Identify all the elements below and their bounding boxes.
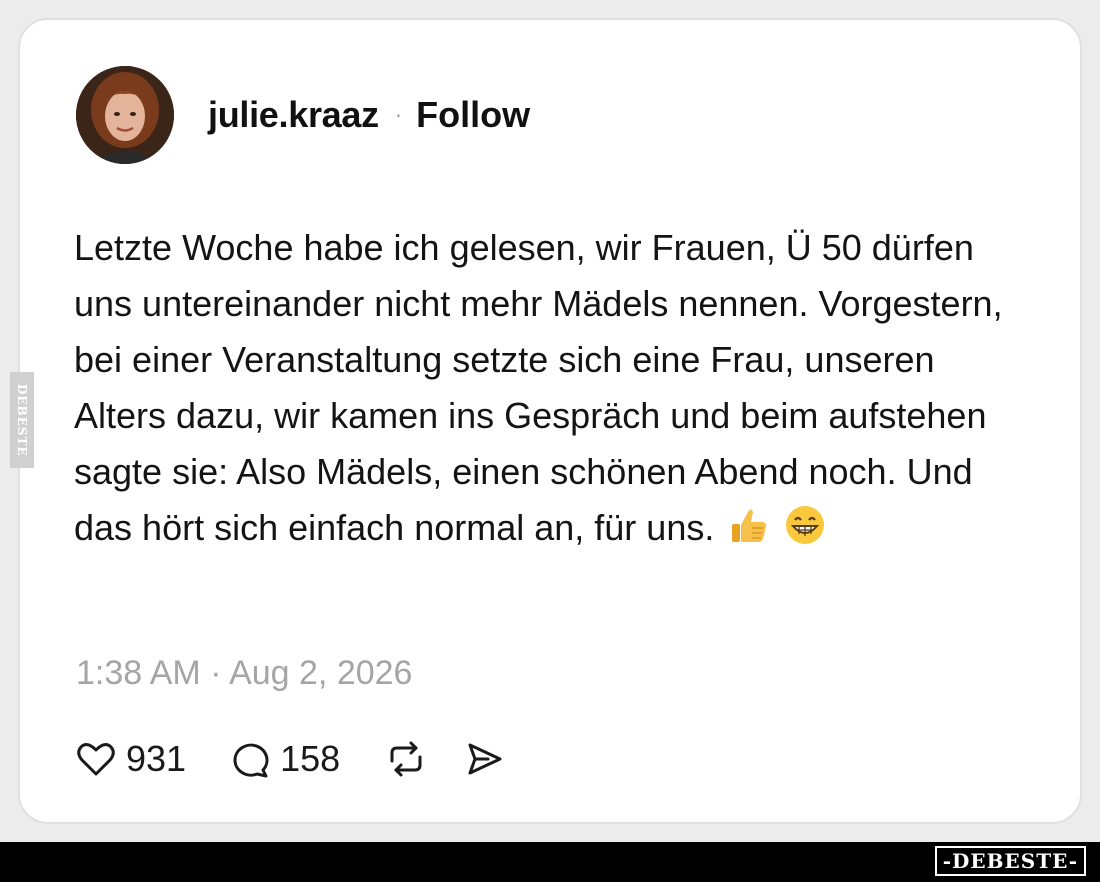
footer-bar: -DEBESTE- [0,842,1100,882]
post-timestamp[interactable]: 1:38 AM · Aug 2, 2026 [76,654,412,693]
post-text: Letzte Woche habe ich gelesen, wir Fraue… [74,227,1003,548]
separator-dot: · [394,102,403,127]
follow-button[interactable]: Follow [416,94,530,136]
post-body: Letzte Woche habe ich gelesen, wir Fraue… [74,220,1014,556]
avatar-image [76,66,174,164]
post-header: julie.kraaz · Follow [76,66,530,164]
side-watermark: DEBESTE [10,372,34,468]
share-button[interactable] [464,739,504,779]
page: julie.kraaz · Follow Letzte Woche habe i… [0,0,1100,882]
like-count: 931 [126,738,187,779]
repost-icon [390,741,422,777]
username[interactable]: julie.kraaz [208,94,379,136]
reply-count: 158 [280,738,341,779]
grinning-face-emoji [786,506,825,544]
heart-icon [77,743,115,776]
like-button[interactable]: 931 [76,738,186,780]
reply-button[interactable]: 158 [230,738,340,780]
post-card: julie.kraaz · Follow Letzte Woche habe i… [18,18,1082,824]
thumbs-up-emoji [732,509,767,542]
action-bar: 931 158 [76,738,504,780]
repost-button[interactable] [384,739,428,779]
avatar[interactable] [76,66,174,164]
brand-logo: -DEBESTE- [934,846,1086,876]
speech-bubble-icon [233,743,269,778]
send-icon [468,743,502,775]
